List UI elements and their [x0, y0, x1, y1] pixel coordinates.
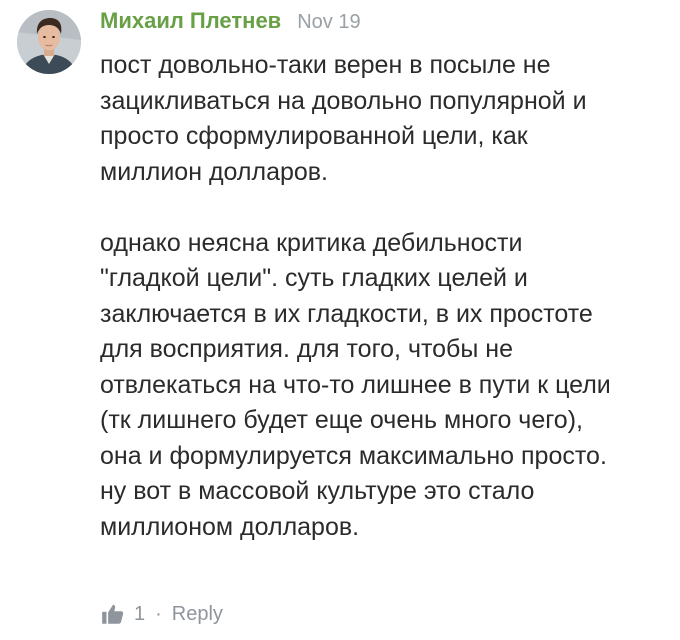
text-line: "гладкой цели". суть гладких целей и: [100, 264, 528, 292]
comment-body: пост довольно-таки верен в посыле не зац…: [100, 48, 670, 545]
text-line: для восприятия. для того, чтобы не: [100, 335, 513, 363]
separator-dot: ·: [155, 602, 162, 625]
like-count: 1: [134, 602, 146, 625]
text-line: заключается в их гладкости, в их простот…: [100, 299, 593, 328]
text-line: она и формулируется максимально просто.: [100, 441, 607, 470]
comment-footer: 1 · Reply: [100, 598, 223, 630]
thumbs-up-icon[interactable]: [100, 601, 126, 627]
text-line: зацикливаться на довольно популярной и: [100, 86, 587, 115]
avatar-photo: [17, 10, 81, 74]
comment-paragraph: однако неясна критика дебильности "гладк…: [100, 226, 670, 546]
comment-date[interactable]: Nov 19: [297, 11, 360, 34]
author-name[interactable]: Михаил Плетнев: [100, 8, 281, 34]
reply-button[interactable]: Reply: [172, 603, 223, 626]
comment-header: Михаил Плетнев Nov 19: [100, 8, 361, 40]
text-line: миллионом долларов.: [100, 512, 360, 541]
text-line: однако неясна критика дебильности: [100, 228, 523, 257]
text-line: (тк лишнего будет еще очень много чего),: [100, 406, 583, 434]
comment: Михаил Плетнев Nov 19 пост довольно-таки…: [0, 0, 680, 640]
text-line: ну вот в массовой культуре это стало: [100, 477, 535, 505]
text-line: пост довольно-таки верен в посыле не: [100, 51, 551, 79]
comment-paragraph: пост довольно-таки верен в посыле не зац…: [100, 48, 670, 190]
avatar[interactable]: [17, 10, 81, 74]
text-line: просто сформулированной цели, как: [100, 122, 528, 150]
text-line: отвлекаться на что-то лишнее в пути к це…: [100, 370, 611, 399]
text-line: миллион долларов.: [100, 157, 329, 186]
